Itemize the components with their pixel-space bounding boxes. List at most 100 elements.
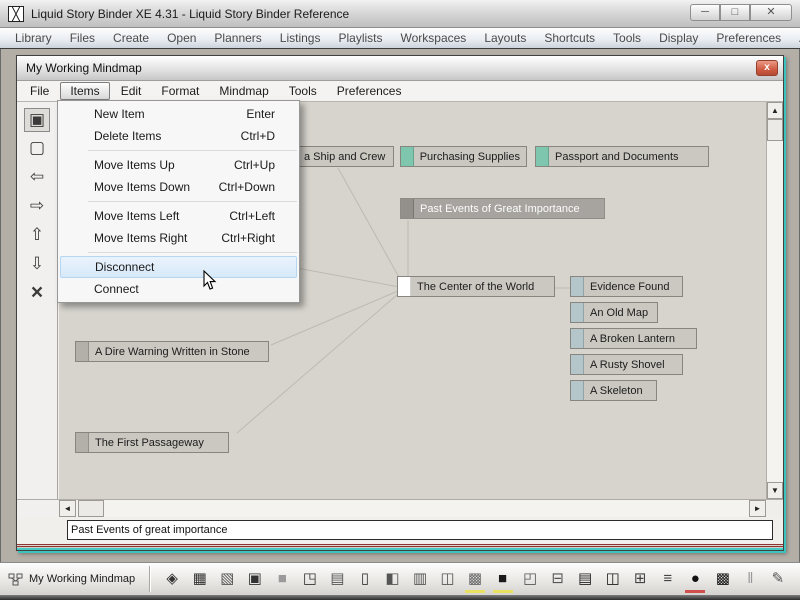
horizontal-scroll-track[interactable] [76,500,749,517]
move-right-icon[interactable]: ⇨ [24,193,50,219]
app-menu-shortcuts[interactable]: Shortcuts [535,29,604,47]
menu-item-disconnect[interactable]: Disconnect [60,256,297,278]
mindmap-menu-tools[interactable]: Tools [280,83,326,99]
menu-item-move-items-up[interactable]: Move Items UpCtrl+Up [60,154,297,176]
outline-icon[interactable]: ▥ [410,569,430,589]
thumbnails-icon[interactable]: ▩ [465,569,485,589]
mindmap-menu-format[interactable]: Format [152,83,208,99]
app-menu-playlists[interactable]: Playlists [329,29,391,47]
calendar-icon[interactable]: ◰ [520,569,540,589]
node-caption-input[interactable] [67,520,773,540]
mindmap-node-a-ship-and-crew[interactable]: a Ship and Crew [284,146,394,167]
app-menu-open[interactable]: Open [158,29,205,47]
pause-icon[interactable]: ‖ [740,569,760,589]
menu-item-move-items-left[interactable]: Move Items LeftCtrl+Left [60,205,297,227]
menu-item-new-item[interactable]: New ItemEnter [60,103,297,125]
node-color-tab[interactable] [401,199,414,218]
scroll-left-button[interactable]: ◄ [59,500,76,517]
app-menu-tools[interactable]: Tools [604,29,650,47]
new-item-icon[interactable]: ▢ [24,135,50,161]
node-color-tab[interactable] [398,277,411,296]
minimize-button[interactable]: ─ [690,4,720,21]
mindmap-menu-edit[interactable]: Edit [112,83,151,99]
horizontal-scroll-thumb[interactable] [78,500,104,517]
rows-icon[interactable]: ≡ [658,569,678,589]
app-menu-planners[interactable]: Planners [205,29,270,47]
save-icon[interactable]: ▣ [245,569,265,589]
node-color-tab[interactable] [401,147,414,166]
mindmap-node-passport-and-documents[interactable]: Passport and Documents [535,146,709,167]
mindmap-menu-file[interactable]: File [21,83,58,99]
mindmap-titlebar[interactable]: My Working Mindmap x [17,56,783,81]
package-icon[interactable]: ▧ [217,569,237,589]
node-color-tab[interactable] [571,329,584,348]
node-color-tab[interactable] [571,381,584,400]
move-up-icon[interactable]: ⇧ [24,222,50,248]
app-menu-listings[interactable]: Listings [271,29,330,47]
mindmap-node-evidence-found[interactable]: Evidence Found [570,276,683,297]
vertical-scrollbar[interactable]: ▲ ▼ [766,102,783,499]
new-page-icon[interactable]: ▯ [355,569,375,589]
mindmap-node-a-dire-warning-written-in-stone[interactable]: A Dire Warning Written in Stone [75,341,269,362]
node-color-tab[interactable] [76,433,89,452]
mindmap-node-past-events-of-great-importance[interactable]: Past Events of Great Importance [400,198,605,219]
menu-item-move-items-down[interactable]: Move Items DownCtrl+Down [60,176,297,198]
delete-icon[interactable]: × [24,280,50,306]
mindmap-node-an-old-map[interactable]: An Old Map [570,302,658,323]
node-label: A Rusty Shovel [584,355,671,374]
table-icon[interactable]: ◧ [382,569,402,589]
columns-icon[interactable]: ◫ [437,569,457,589]
scroll-up-button[interactable]: ▲ [767,102,783,119]
scroll-right-button[interactable]: ► [749,500,766,517]
node-color-tab[interactable] [536,147,549,166]
scroll-down-button[interactable]: ▼ [767,482,783,499]
move-left-icon[interactable]: ⇦ [24,164,50,190]
mindmap-node-a-rusty-shovel[interactable]: A Rusty Shovel [570,354,683,375]
mindmap-menu-preferences[interactable]: Preferences [328,83,411,99]
mindmap-close-button[interactable]: x [756,60,778,76]
menu-item-move-items-right[interactable]: Move Items RightCtrl+Right [60,227,297,249]
notes-icon[interactable]: ▤ [327,569,347,589]
image-icon[interactable]: ■ [493,569,513,589]
app-menu-create[interactable]: Create [104,29,158,47]
app-menu-display[interactable]: Display [650,29,707,47]
mindmap-menu-items[interactable]: Items [60,82,109,100]
app-menu-preferences[interactable]: Preferences [707,29,790,47]
app-menu-workspaces[interactable]: Workspaces [392,29,476,47]
photo-icon[interactable]: ● [685,569,705,589]
layout-grid-icon[interactable]: ⊞ [630,569,650,589]
menu-item-delete-items[interactable]: Delete ItemsCtrl+D [60,125,297,147]
mosaic-icon[interactable]: ▩ [713,569,733,589]
app-menu-library[interactable]: Library [6,29,61,47]
horizontal-scrollbar[interactable]: ◄ ► [17,499,783,517]
maximize-button[interactable]: □ [720,4,750,21]
panels-icon[interactable]: ◫ [603,569,623,589]
mindmap-node-a-broken-lantern[interactable]: A Broken Lantern [570,328,697,349]
node-color-tab[interactable] [571,277,584,296]
node-color-tab[interactable] [571,303,584,322]
move-down-icon[interactable]: ⇩ [24,251,50,277]
app-menu-about[interactable]: About [790,29,800,47]
close-button[interactable]: ✕ [750,4,792,21]
menu-item-connect[interactable]: Connect [60,278,297,300]
app-menu-layouts[interactable]: Layouts [475,29,535,47]
save-icon[interactable]: ▣ [24,108,50,132]
mindmap-node-the-first-passageway[interactable]: The First Passageway [75,432,229,453]
list-icon[interactable]: ▤ [575,569,595,589]
mindmap-node-a-skeleton[interactable]: A Skeleton [570,380,657,401]
node-color-tab[interactable] [76,342,89,361]
vertical-scroll-thumb[interactable] [767,119,783,141]
grid-icon[interactable]: ▦ [190,569,210,589]
node-color-tab[interactable] [571,355,584,374]
pen-icon[interactable]: ✎ [768,569,788,589]
mindmap-node-purchasing-supplies[interactable]: Purchasing Supplies [400,146,527,167]
selection-icon[interactable]: ◳ [300,569,320,589]
mindmap-node-the-center-of-the-world[interactable]: The Center of the World [397,276,555,297]
swatch-icon[interactable]: ■ [272,569,292,589]
title-bar[interactable]: ╳ Liquid Story Binder XE 4.31 - Liquid S… [0,0,800,28]
mindmap-menu-mindmap[interactable]: Mindmap [210,83,277,99]
flowchart-icon[interactable]: ⊟ [548,569,568,589]
app-menu-files[interactable]: Files [61,29,104,47]
layers-icon[interactable]: ◈ [162,569,182,589]
taskbar-tab-mindmap[interactable]: My Working Mindmap [0,563,149,595]
